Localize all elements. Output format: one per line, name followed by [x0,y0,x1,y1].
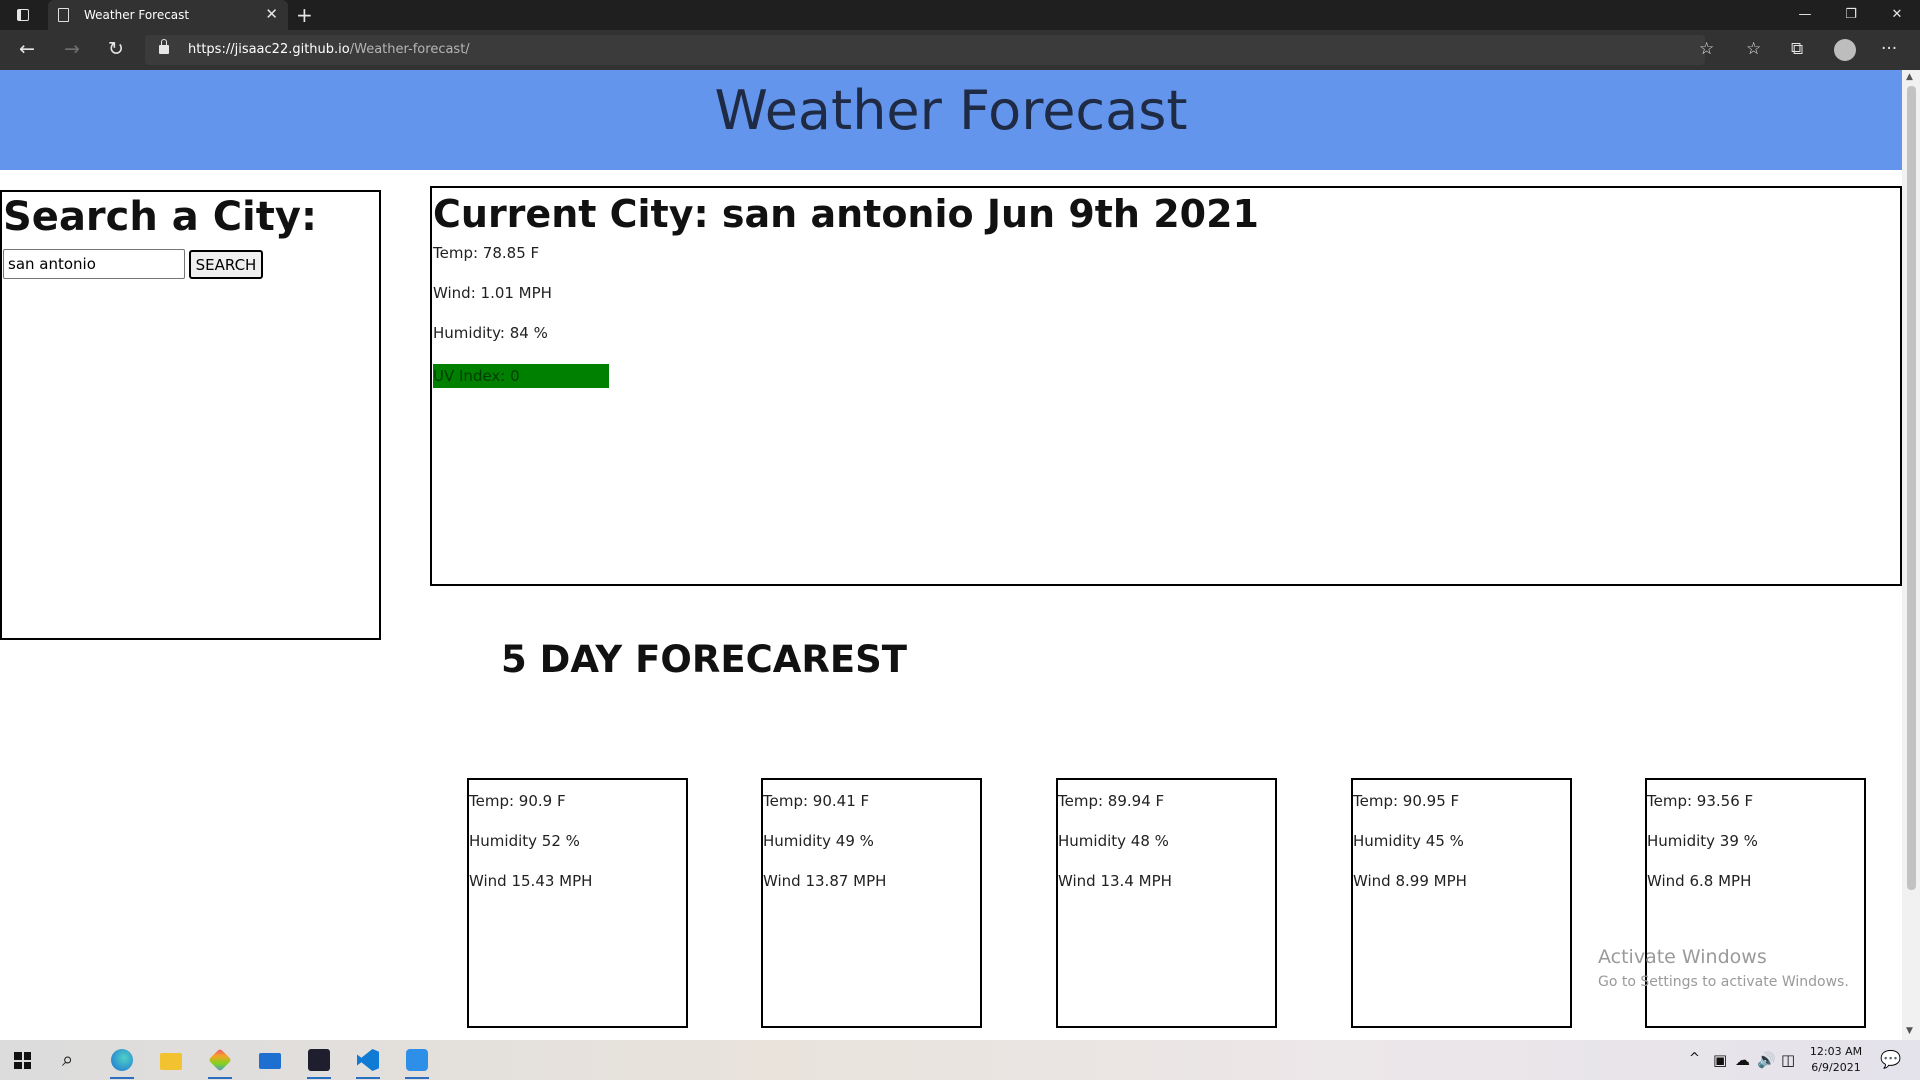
tray-chevron-icon[interactable]: ^ [1689,1051,1700,1066]
city-search-input[interactable] [3,249,185,279]
scroll-up-icon[interactable]: ▲ [1906,72,1913,82]
search-panel: Search a City: SEARCH [0,190,381,640]
restore-button[interactable]: ❐ [1828,0,1874,30]
scroll-down-icon[interactable]: ▼ [1906,1026,1913,1036]
git-icon [208,1048,232,1072]
collections-icon[interactable]: ⧉ [1791,39,1803,59]
lock-icon[interactable] [159,39,169,54]
page-scrollbar[interactable]: ▲ ▼ [1902,70,1920,1040]
edge-icon [111,1049,133,1071]
notification-icon[interactable]: 💬 [1880,1050,1901,1070]
search-icon[interactable]: ⌕ [62,1047,73,1071]
current-temp: Temp: 78.85 F [433,244,540,262]
forecast-wind: Wind 15.43 MPH [469,872,593,890]
forecast-temp: Temp: 89.94 F [1058,792,1165,810]
taskbar-vscode[interactable] [348,1044,388,1079]
forecast-humidity: Humidity 52 % [469,832,580,850]
profile-avatar[interactable] [1834,39,1856,61]
windows-logo-icon [14,1061,22,1069]
start-button[interactable] [14,1052,31,1069]
file-explorer-icon [160,1053,182,1070]
page-icon [58,8,69,22]
url-text[interactable]: https://jisaac22.github.io/Weather-forec… [188,42,470,57]
current-wind: Wind: 1.01 MPH [433,284,552,302]
minimize-button[interactable]: — [1782,0,1828,30]
mail-icon [259,1053,281,1069]
tab-actions-button[interactable] [12,6,34,24]
site-header: Weather Forecast [0,70,1902,170]
forward-button[interactable]: → [60,38,84,60]
clock-date: 6/9/2021 [1811,1061,1861,1074]
onedrive-icon[interactable]: ☁ [1735,1051,1750,1069]
tab-close-icon[interactable]: ✕ [265,5,278,23]
page-title: Weather Forecast [714,79,1188,142]
taskbar-app[interactable] [397,1044,437,1079]
taskbar-mail[interactable] [250,1044,290,1076]
tab-actions-icon [17,9,29,21]
taskbar-clock[interactable]: 12:03 AM 6/9/2021 [1804,1044,1868,1076]
forecast-temp: Temp: 90.95 F [1353,792,1460,810]
browser-tab[interactable]: Weather Forecast ✕ [48,0,288,30]
forecast-wind: Wind 8.99 MPH [1353,872,1467,890]
app-icon [406,1049,428,1071]
watermark-subtitle: Go to Settings to activate Windows. [1598,974,1849,990]
activate-windows-watermark: Activate Windows Go to Settings to activ… [1598,946,1849,990]
forecast-humidity: Humidity 45 % [1353,832,1464,850]
forecast-day-card: Temp: 90.41 F Humidity 49 % Wind 13.87 M… [761,778,982,1028]
forecast-temp: Temp: 90.9 F [469,792,566,810]
windows-logo-icon [23,1052,31,1060]
forecast-humidity: Humidity 48 % [1058,832,1169,850]
uv-index-badge: UV Index: 0 [433,364,609,388]
browser-titlebar: Weather Forecast ✕ + — ❐ ✕ [0,0,1920,30]
address-bar: ← → ↻ https://jisaac22.github.io/Weather… [0,30,1920,70]
url-host: https://jisaac22.github.io [188,42,350,57]
current-humidity: Humidity: 84 % [433,324,548,342]
back-button[interactable]: ← [15,38,39,60]
more-menu-icon[interactable]: ··· [1881,39,1897,59]
window-controls: — ❐ ✕ [1782,0,1920,30]
taskbar-git[interactable] [200,1044,240,1079]
network-icon[interactable]: ◫ [1781,1051,1795,1069]
forecast-wind: Wind 13.4 MPH [1058,872,1172,890]
windows-taskbar: ⌕ ^ ▣ ☁ 🔊 ◫ 12:03 AM 6/9/2021 💬 [0,1040,1920,1080]
url-field[interactable]: https://jisaac22.github.io/Weather-forec… [145,35,1705,65]
forecast-temp: Temp: 93.56 F [1647,792,1754,810]
forecast-day-card: Temp: 93.56 F Humidity 39 % Wind 6.8 MPH [1645,778,1866,1028]
taskbar-terminal[interactable] [299,1044,339,1079]
forecast-temp: Temp: 90.41 F [763,792,870,810]
watermark-title: Activate Windows [1598,946,1767,968]
url-path: /Weather-forecast/ [349,42,470,57]
favorites-icon[interactable]: ☆ [1746,39,1761,59]
current-city-heading: Current City: san antonio Jun 9th 2021 [433,192,1259,236]
terminal-icon [308,1049,330,1071]
vscode-icon [357,1049,379,1071]
forecast-humidity: Humidity 39 % [1647,832,1758,850]
forecast-heading: 5 DAY FORECAREST [501,638,908,681]
page-viewport: Weather Forecast Search a City: SEARCH C… [0,70,1902,1040]
taskbar-edge[interactable] [102,1044,142,1079]
windows-logo-icon [14,1052,22,1060]
tray-device-icon[interactable]: ▣ [1713,1051,1727,1069]
forecast-day-card: Temp: 89.94 F Humidity 48 % Wind 13.4 MP… [1056,778,1277,1028]
add-favorite-icon[interactable]: ☆ [1699,39,1714,59]
forecast-wind: Wind 6.8 MPH [1647,872,1752,890]
refresh-button[interactable]: ↻ [104,38,128,60]
tab-title: Weather Forecast [84,8,190,22]
forecast-day-card: Temp: 90.95 F Humidity 45 % Wind 8.99 MP… [1351,778,1572,1028]
forecast-day-card: Temp: 90.9 F Humidity 52 % Wind 15.43 MP… [467,778,688,1028]
current-weather-panel: Current City: san antonio Jun 9th 2021 T… [430,186,1902,586]
scroll-thumb[interactable] [1907,86,1916,890]
search-heading: Search a City: [3,194,317,240]
clock-time: 12:03 AM [1809,1045,1863,1058]
forecast-wind: Wind 13.87 MPH [763,872,887,890]
new-tab-button[interactable]: + [296,3,313,27]
close-window-button[interactable]: ✕ [1874,0,1920,30]
forecast-humidity: Humidity 49 % [763,832,874,850]
taskbar-file-explorer[interactable] [151,1044,191,1076]
volume-icon[interactable]: 🔊 [1757,1051,1776,1069]
windows-logo-icon [23,1061,31,1069]
search-button[interactable]: SEARCH [189,250,263,279]
